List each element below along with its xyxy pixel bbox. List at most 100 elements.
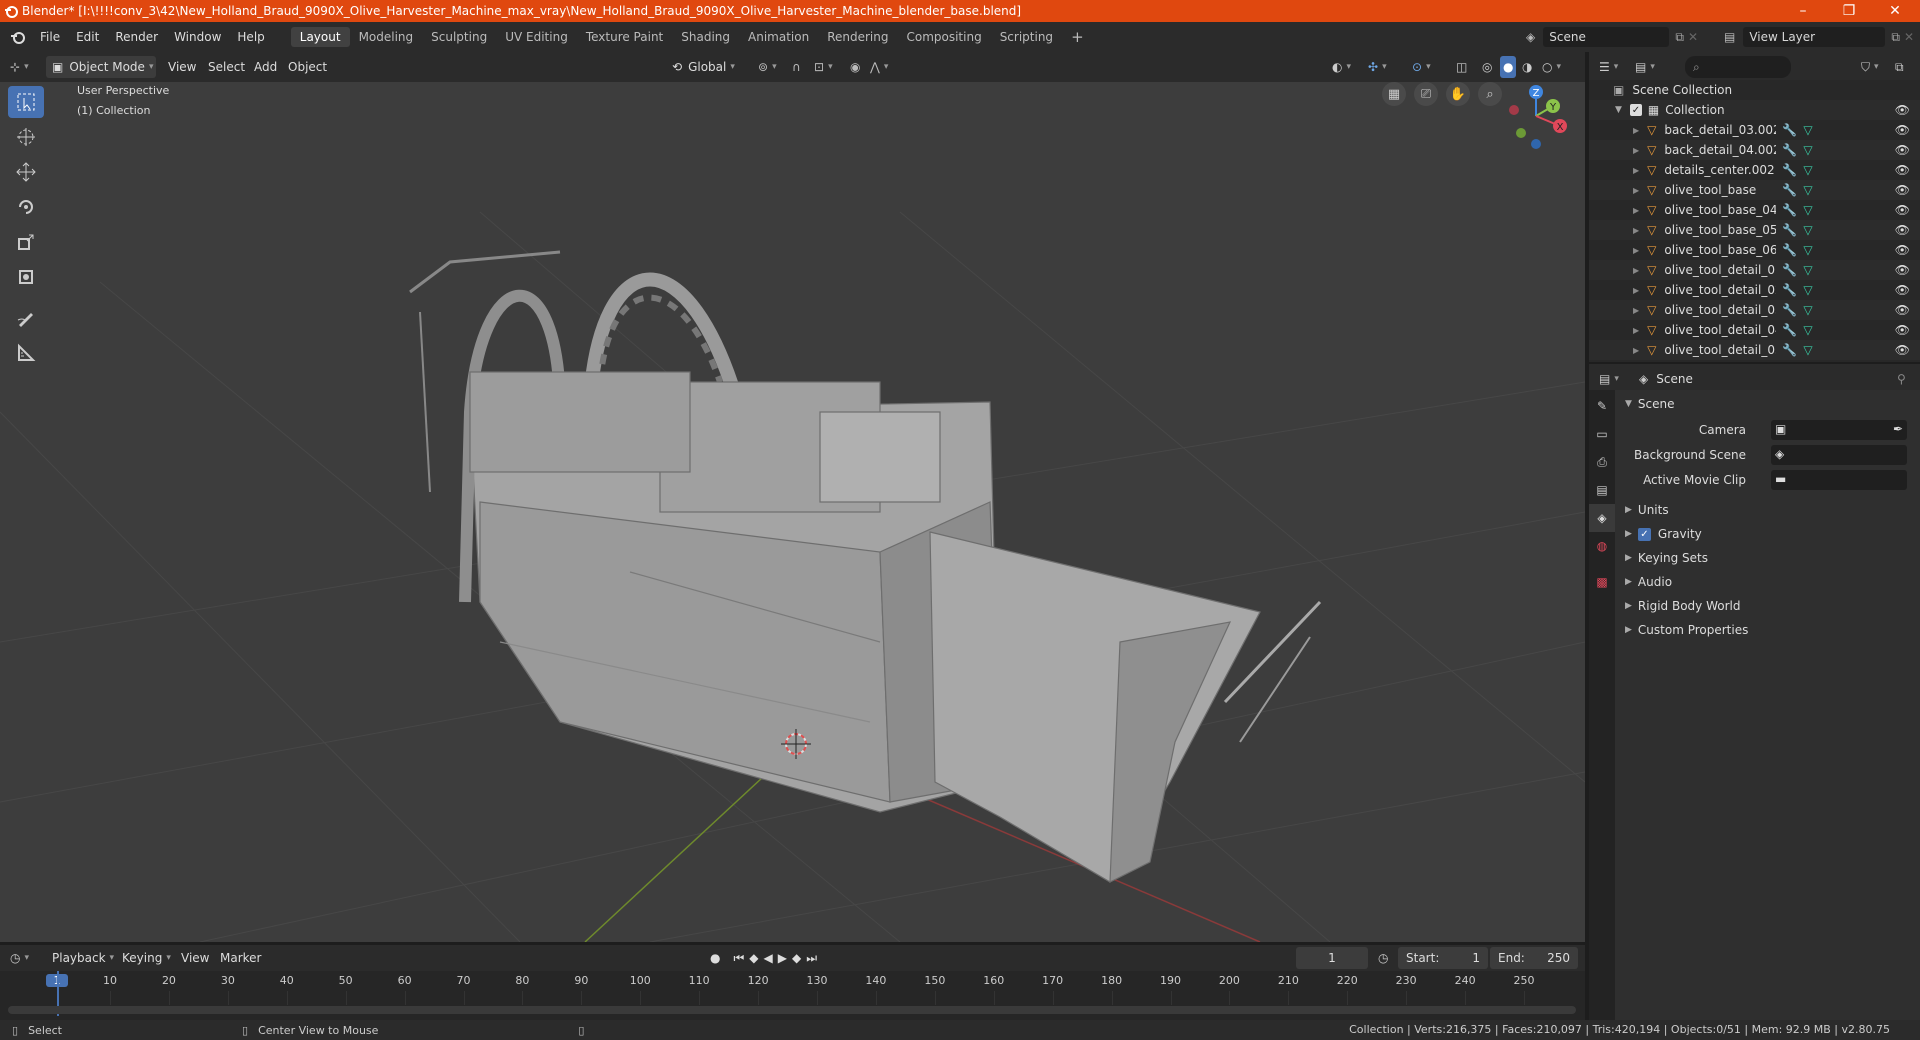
modifier-wrench-icon[interactable]: 🔧 <box>1782 143 1797 157</box>
collection-row[interactable]: ▼ ✓ ▦ Collection 👁 <box>1589 100 1920 120</box>
timeline-scrollbar[interactable] <box>8 1006 1576 1014</box>
tab-sculpting[interactable]: Sculpting <box>422 27 496 47</box>
pin-button[interactable]: ⚲ <box>1897 368 1906 390</box>
modifier-wrench-icon[interactable]: 🔧 <box>1782 243 1797 257</box>
mesh-data-icon[interactable]: ▽ <box>1803 283 1812 297</box>
tab-texture-paint[interactable]: Texture Paint <box>577 27 672 47</box>
tab-texture[interactable]: ▩ <box>1589 568 1615 596</box>
jump-start-button[interactable]: ⏮ <box>733 951 744 966</box>
filter-dropdown[interactable]: ⛉ ▾ <box>1861 56 1879 78</box>
3d-viewport[interactable]: User Perspective (1) Collection ▦ ⎚ ✋ ⌕ … <box>0 82 1585 942</box>
transform-orientation-dropdown[interactable]: ⟲ Global ▾ <box>672 56 735 78</box>
jump-end-button[interactable]: ⏭ <box>806 951 817 966</box>
pivot-point-button[interactable]: ⊚ ▾ <box>758 56 777 78</box>
remove-view-layer-icon[interactable]: ✕ <box>1904 30 1914 44</box>
outliner-search-input[interactable]: ⌕ <box>1685 56 1791 78</box>
modifier-wrench-icon[interactable]: 🔧 <box>1782 263 1797 277</box>
mesh-data-icon[interactable]: ▽ <box>1803 123 1812 137</box>
outliner-object-row[interactable]: ▶ ▽ olive_tool_base_04 🔧 ▽ 👁 <box>1589 200 1920 220</box>
mesh-data-icon[interactable]: ▽ <box>1803 343 1812 357</box>
end-frame-field[interactable]: End: 250 <box>1490 947 1578 969</box>
snap-toggle[interactable]: ∩ <box>792 56 801 78</box>
menu-edit[interactable]: Edit <box>68 30 107 44</box>
tab-world[interactable]: ◍ <box>1589 532 1615 560</box>
xray-toggle[interactable]: ◫ <box>1456 56 1467 78</box>
proportional-edit-toggle[interactable]: ◉ <box>850 56 860 78</box>
close-button[interactable]: ✕ <box>1872 0 1918 22</box>
preview-range-toggle[interactable]: ◷ <box>1378 947 1388 969</box>
row-expand-icon[interactable]: ▶ <box>1633 326 1639 335</box>
gizmo-neg-y[interactable] <box>1516 128 1526 138</box>
mesh-data-icon[interactable]: ▽ <box>1803 163 1812 177</box>
minimize-button[interactable]: – <box>1780 0 1826 22</box>
tab-uv-editing[interactable]: UV Editing <box>496 27 577 47</box>
visibility-eye-icon[interactable]: 👁 <box>1895 263 1910 277</box>
object-visibility-button[interactable]: ◐ ▾ <box>1332 56 1351 78</box>
timeline-editor-type[interactable]: ◷ ▾ <box>10 947 29 969</box>
tab-compositing[interactable]: Compositing <box>897 27 990 47</box>
row-expand-icon[interactable]: ▶ <box>1633 206 1639 215</box>
navigation-gizmo[interactable]: Z Y X <box>1500 82 1580 158</box>
row-expand-icon[interactable]: ▶ <box>1633 226 1639 235</box>
tab-output[interactable]: ⎙ <box>1589 448 1615 476</box>
overlays-toggle[interactable]: ⊙ ▾ <box>1412 56 1431 78</box>
visibility-eye-icon[interactable]: 👁 <box>1895 323 1910 337</box>
record-button[interactable]: ● <box>710 951 720 965</box>
camera-view-icon[interactable]: ⎚ <box>1414 82 1438 106</box>
move-tool[interactable] <box>8 156 44 188</box>
transform-tool[interactable] <box>8 261 44 293</box>
active-movie-clip-field[interactable]: ▬ <box>1771 470 1907 490</box>
row-expand-icon[interactable]: ▶ <box>1633 166 1639 175</box>
outliner-editor-type[interactable]: ☰ ▾ <box>1599 56 1618 78</box>
mesh-data-icon[interactable]: ▽ <box>1803 223 1812 237</box>
new-collection-button[interactable]: ⧉ <box>1895 56 1904 78</box>
editor-type-button[interactable]: ⊹ ▾ <box>10 56 29 78</box>
view-layer-name-field[interactable]: View Layer <box>1743 27 1886 47</box>
select-box-tool[interactable] <box>8 86 44 118</box>
annotate-tool[interactable] <box>8 302 44 334</box>
measure-tool[interactable] <box>8 337 44 369</box>
visibility-eye-icon[interactable]: 👁 <box>1895 343 1910 357</box>
menu-object[interactable]: Object <box>288 56 327 78</box>
collection-expand-icon[interactable]: ▼ <box>1615 105 1622 115</box>
outliner-object-row[interactable]: ▶ ▽ olive_tool_detail_04 🔧 ▽ 👁 <box>1589 320 1920 340</box>
row-expand-icon[interactable]: ▶ <box>1633 346 1639 355</box>
properties-editor-type[interactable]: ▤ ▾ <box>1599 368 1619 390</box>
pan-hand-icon[interactable]: ✋ <box>1446 82 1470 106</box>
visibility-eye-icon[interactable]: 👁 <box>1895 123 1910 137</box>
menu-timeline-view[interactable]: View <box>181 947 209 969</box>
modifier-wrench-icon[interactable]: 🔧 <box>1782 183 1797 197</box>
collection-checkbox[interactable]: ✓ <box>1629 104 1642 116</box>
visibility-eye-icon[interactable]: 👁 <box>1895 243 1910 257</box>
play-reverse-button[interactable]: ◀ <box>764 951 773 965</box>
outliner-object-row[interactable]: ▶ ▽ back_detail_04.002 🔧 ▽ 👁 <box>1589 140 1920 160</box>
row-expand-icon[interactable]: ▶ <box>1633 186 1639 195</box>
add-workspace-button[interactable]: + <box>1062 25 1093 49</box>
row-expand-icon[interactable]: ▶ <box>1633 246 1639 255</box>
visibility-eye-icon[interactable]: 👁 <box>1895 163 1910 177</box>
tab-animation[interactable]: Animation <box>739 27 818 47</box>
timeline-area[interactable]: 1102030405060708090100110120130140150160… <box>0 971 1585 1020</box>
scene-name-field[interactable]: Scene <box>1543 27 1670 47</box>
menu-help[interactable]: Help <box>229 30 272 44</box>
shading-wireframe-button[interactable]: ◎ <box>1482 56 1492 78</box>
new-scene-icon[interactable]: ⧉ <box>1675 30 1684 45</box>
tab-modeling[interactable]: Modeling <box>350 27 423 47</box>
mode-dropdown[interactable]: ▣ Object Mode ▾ <box>46 56 156 78</box>
snap-options[interactable]: ⊡ ▾ <box>814 56 833 78</box>
shading-solid-button[interactable]: ● <box>1500 56 1517 78</box>
next-keyframe-button[interactable]: ◆ <box>792 951 801 965</box>
modifier-wrench-icon[interactable]: 🔧 <box>1782 203 1797 217</box>
outliner-object-row[interactable]: ▶ ▽ back_detail_03.002 🔧 ▽ 👁 <box>1589 120 1920 140</box>
start-frame-field[interactable]: Start: 1 <box>1398 947 1488 969</box>
outliner-object-row[interactable]: ▶ ▽ olive_tool_base 🔧 ▽ 👁 <box>1589 180 1920 200</box>
mesh-data-icon[interactable]: ▽ <box>1803 323 1812 337</box>
menu-select[interactable]: Select <box>208 56 245 78</box>
scene-collection-row[interactable]: ▣ Scene Collection <box>1589 80 1920 100</box>
remove-scene-icon[interactable]: ✕ <box>1688 30 1698 44</box>
menu-view[interactable]: View <box>168 56 196 78</box>
mesh-data-icon[interactable]: ▽ <box>1803 183 1812 197</box>
tab-shading[interactable]: Shading <box>672 27 739 47</box>
tab-render[interactable]: ▭ <box>1589 420 1615 448</box>
tab-view-layer[interactable]: ▤ <box>1589 476 1615 504</box>
